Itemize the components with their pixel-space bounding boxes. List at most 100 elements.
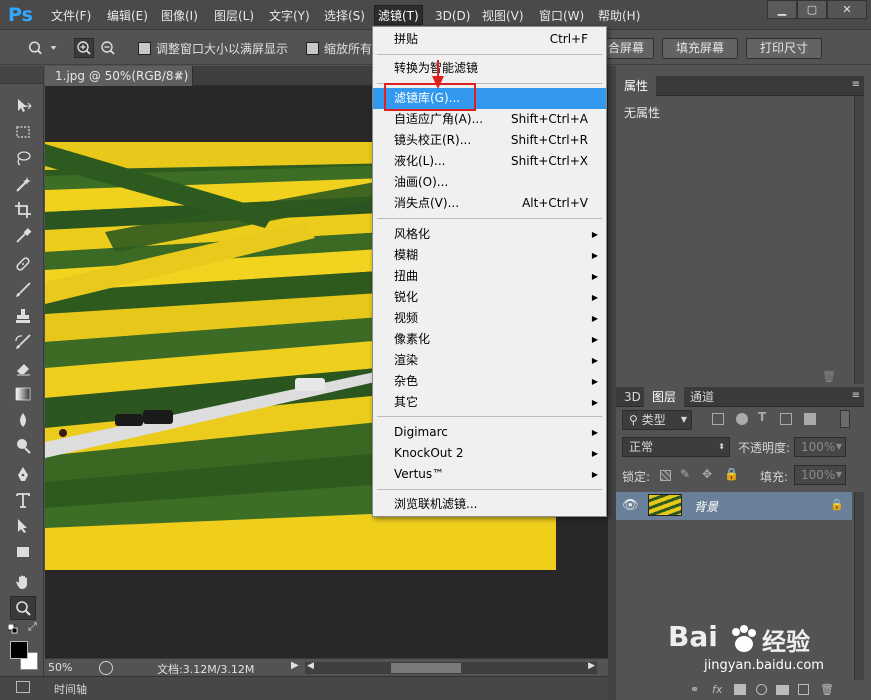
menu-item-knockout[interactable]: KnockOut 2 ▶ [373, 443, 606, 464]
print-size-button[interactable]: 打印尺寸 [746, 38, 822, 59]
menu-select[interactable]: 选择(S) [321, 6, 368, 26]
swap-colors-icon[interactable]: ⤢ [28, 621, 40, 633]
zoom-tool-icon[interactable] [10, 596, 36, 620]
zoom-all-checkbox[interactable] [306, 42, 319, 55]
menu-view[interactable]: 视图(V) [479, 6, 527, 26]
menu-item-distort[interactable]: 扭曲 ▶ [373, 266, 606, 287]
menu-item-sharpen[interactable]: 锐化 ▶ [373, 287, 606, 308]
menu-item-pixelate[interactable]: 像素化 ▶ [373, 329, 606, 350]
eyedropper-icon[interactable] [10, 224, 36, 248]
menu-layer[interactable]: 图层(L) [211, 6, 257, 26]
scroll-right-icon[interactable]: ▶ [588, 661, 595, 671]
zoom-tool-preset-icon[interactable] [24, 38, 64, 58]
menu-edit[interactable]: 编辑(E) [104, 6, 151, 26]
filter-by-pixel-icon[interactable] [712, 413, 724, 425]
filter-by-smart-object-icon[interactable] [804, 413, 816, 425]
lock-pixels-icon[interactable]: ✎ [680, 467, 690, 481]
properties-scrollbar[interactable] [854, 96, 864, 384]
menu-image[interactable]: 图像(I) [158, 6, 201, 26]
menu-item-vanishing-point[interactable]: 消失点(V)... Alt+Ctrl+V [373, 193, 606, 214]
status-menu-arrow-icon[interactable]: ▶ [291, 660, 299, 671]
menu-help[interactable]: 帮助(H) [595, 6, 643, 26]
menu-item-render[interactable]: 渲染 ▶ [373, 350, 606, 371]
layer-filter-select[interactable]: ⚲ 类型 ▼ [622, 410, 692, 430]
menu-item-oil-paint[interactable]: 油画(O)... [373, 172, 606, 193]
menu-item-video[interactable]: 视频 ▶ [373, 308, 606, 329]
close-button[interactable]: ✕ [827, 0, 867, 19]
rectangle-shape-icon[interactable] [10, 540, 36, 564]
lasso-tool-icon[interactable] [10, 146, 36, 170]
fill-field[interactable]: 100% ▼ [794, 465, 846, 485]
spot-healing-brush-icon[interactable] [10, 252, 36, 276]
history-brush-icon[interactable] [10, 330, 36, 354]
blend-mode-select[interactable]: 正常 ⬍ [622, 437, 730, 457]
tab-layers[interactable]: 图层 [644, 387, 685, 407]
new-layer-icon[interactable] [798, 684, 809, 695]
filter-by-adjustment-icon[interactable] [736, 413, 748, 425]
gradient-tool-icon[interactable] [10, 382, 36, 406]
zoom-out-icon[interactable] [98, 38, 118, 58]
menu-item-last-filter[interactable]: 拼贴 Ctrl+F [373, 29, 606, 50]
eraser-tool-icon[interactable] [10, 356, 36, 380]
minimize-button[interactable]: ▁ [767, 0, 797, 19]
document-tab[interactable]: 1.jpg @ 50%(RGB/8#) × [45, 66, 193, 86]
timeline-label[interactable]: 时间轴 [54, 681, 87, 697]
menu-item-browse-filters-online[interactable]: 浏览联机滤镜... [373, 494, 606, 515]
layer-style-icon[interactable]: fx [712, 683, 722, 696]
resize-windows-checkbox[interactable] [138, 42, 151, 55]
adjustment-layer-icon[interactable] [756, 684, 767, 695]
tab-properties[interactable]: 属性 [616, 76, 657, 96]
fill-screen-button[interactable]: 填充屏幕 [662, 38, 738, 59]
menu-3d[interactable]: 3D(D) [432, 6, 473, 26]
menu-file[interactable]: 文件(F) [48, 6, 94, 26]
menu-item-blur[interactable]: 模糊 ▶ [373, 245, 606, 266]
layer-mask-icon[interactable] [734, 684, 746, 695]
default-colors-icon[interactable] [7, 623, 18, 634]
menu-item-lens-correction[interactable]: 镜头校正(R)... Shift+Ctrl+R [373, 130, 606, 151]
layer-row-background[interactable]: 👁 背景 🔒 [616, 492, 852, 520]
filter-toggle-icon[interactable] [840, 410, 850, 428]
magic-wand-icon[interactable] [10, 172, 36, 196]
layers-panel-menu-icon[interactable]: ≡ [852, 390, 860, 401]
eye-icon[interactable]: 👁 [622, 498, 639, 513]
menu-item-noise[interactable]: 杂色 ▶ [373, 371, 606, 392]
tools-panel-header[interactable] [0, 66, 43, 84]
new-group-icon[interactable] [776, 685, 789, 695]
brush-tool-icon[interactable] [10, 278, 36, 302]
pen-tool-icon[interactable] [10, 462, 36, 486]
timeline-collapse-icon[interactable] [16, 681, 30, 693]
dodge-tool-icon[interactable] [10, 434, 36, 458]
menu-item-liquify[interactable]: 液化(L)... Shift+Ctrl+X [373, 151, 606, 172]
menu-item-adaptive-wide-angle[interactable]: 自适应广角(A)... Shift+Ctrl+A [373, 109, 606, 130]
maximize-button[interactable]: ▢ [797, 0, 827, 19]
menu-item-digimarc[interactable]: Digimarc ▶ [373, 422, 606, 443]
filter-by-type-icon[interactable]: T [758, 410, 766, 424]
hand-tool-icon[interactable] [10, 570, 36, 594]
scrollbar-thumb[interactable] [391, 663, 461, 673]
status-options-icon[interactable] [99, 661, 113, 675]
crop-tool-icon[interactable] [10, 198, 36, 222]
filter-by-shape-icon[interactable] [780, 413, 792, 425]
panel-menu-icon[interactable]: ≡ [852, 79, 860, 90]
delete-icon[interactable]: 🗑 [822, 370, 836, 383]
link-layers-icon[interactable]: ⚭ [690, 683, 699, 696]
lock-position-icon[interactable]: ✥ [702, 467, 712, 481]
document-tab-close-icon[interactable]: × [174, 66, 184, 86]
resize-windows-option[interactable]: 调整窗口大小以满屏显示 [138, 40, 288, 57]
path-selection-icon[interactable] [10, 514, 36, 538]
horizontal-scrollbar[interactable]: ◀ ▶ [305, 661, 597, 674]
blur-tool-icon[interactable] [10, 408, 36, 432]
menu-item-convert-smart-filters[interactable]: 转换为智能滤镜 [373, 58, 606, 79]
delete-layer-icon[interactable]: 🗑 [820, 683, 834, 696]
menu-type[interactable]: 文字(Y) [266, 6, 313, 26]
foreground-color-swatch[interactable] [10, 641, 28, 659]
menu-item-other[interactable]: 其它 ▶ [373, 392, 606, 413]
tab-channels[interactable]: 通道 [682, 387, 722, 407]
menu-filter[interactable]: 滤镜(T) [374, 5, 423, 25]
opacity-field[interactable]: 100% ▼ [794, 437, 846, 457]
menu-item-vertus[interactable]: Vertus™ ▶ [373, 464, 606, 485]
rectangular-marquee-icon[interactable] [10, 120, 36, 144]
clone-stamp-icon[interactable] [10, 304, 36, 328]
zoom-level[interactable]: 50% [48, 661, 72, 674]
menu-window[interactable]: 窗口(W) [536, 6, 587, 26]
